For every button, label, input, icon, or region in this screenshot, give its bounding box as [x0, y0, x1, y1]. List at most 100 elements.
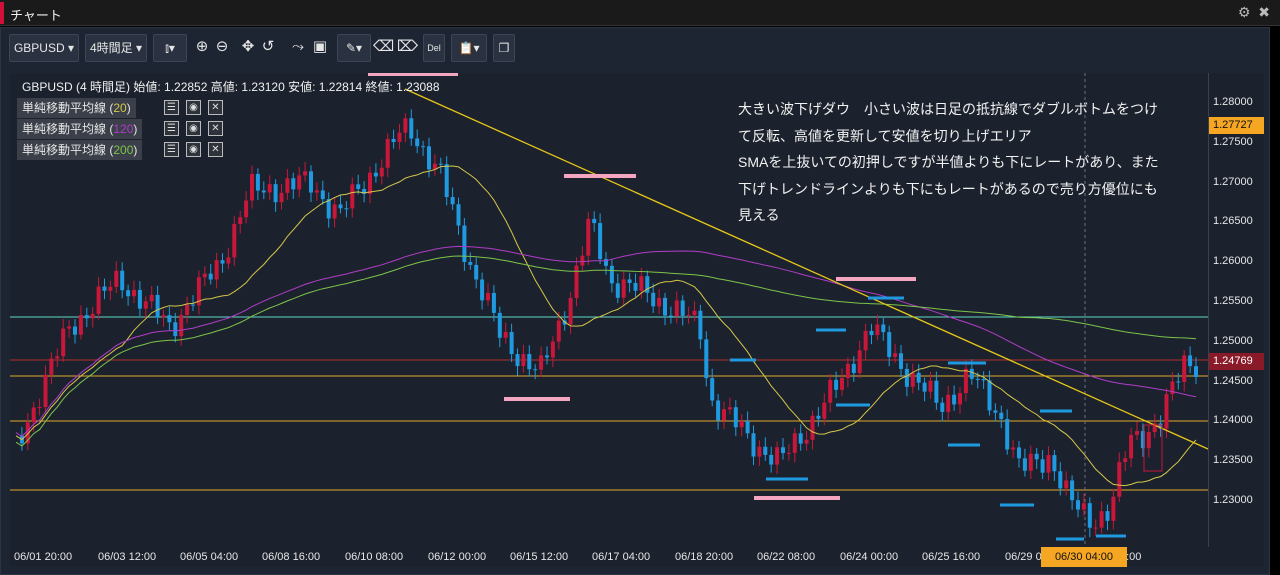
save-icon[interactable]: ▣ [311, 34, 329, 62]
delete-button[interactable]: Del [423, 34, 445, 62]
candle-body [1146, 432, 1151, 449]
candle-body [1011, 447, 1016, 450]
candle-body [1052, 455, 1057, 472]
draw-tool-select[interactable]: ✎▾ [337, 34, 371, 62]
candle-body [651, 292, 656, 307]
clipboard-select[interactable]: 📋▾ [451, 34, 487, 62]
candle-body [1017, 447, 1021, 459]
candle-body [1164, 394, 1169, 429]
symbol-select[interactable]: GBPUSD ▾ [9, 34, 79, 62]
candle-body [480, 279, 485, 301]
candle-body [550, 341, 555, 358]
erase-all-icon[interactable]: ⌦ [397, 34, 418, 62]
settings-icon[interactable]: ☰ [164, 142, 179, 157]
candle-body [556, 320, 561, 342]
reset-zoom-icon[interactable]: ↺ [259, 34, 277, 62]
settings-icon[interactable]: ☰ [164, 100, 179, 115]
candle-body [373, 172, 378, 177]
candle-body [438, 163, 443, 165]
candle-body [763, 446, 768, 455]
timeframe-select[interactable]: 4時間足 ▾ [85, 34, 147, 62]
chart-type-select[interactable]: ⫾▾ [153, 34, 187, 62]
candle-body [84, 315, 89, 319]
candle-body [179, 314, 184, 337]
note-line: SMAを上抜いての初押しですが半値よりも下にレートがあり、また [738, 154, 1159, 170]
candle-body [786, 452, 791, 454]
candle-body [845, 363, 850, 379]
candle-body [132, 289, 136, 297]
candle-body [1176, 381, 1181, 383]
eraser-icon[interactable]: ⌫ [373, 34, 394, 62]
candle-body [368, 172, 372, 194]
copy-icon[interactable]: ❐ [493, 34, 515, 62]
window-accent [0, 2, 4, 24]
candle-body [421, 146, 426, 148]
candle-body [497, 312, 502, 338]
eye-icon[interactable]: ◉ [186, 121, 201, 136]
candle-body [67, 326, 72, 329]
candle-body [427, 146, 431, 170]
candle-body [899, 353, 903, 369]
candle-body [627, 279, 632, 283]
candle-body [533, 369, 538, 371]
candle-body [214, 260, 219, 280]
chevron-down-icon: ▾ [68, 41, 75, 55]
crosshair-time-badge: 06/30 04:00 [1041, 547, 1127, 567]
candle-body [775, 447, 780, 465]
zoom-out-icon[interactable]: ⊖ [213, 34, 231, 62]
zoom-in-icon[interactable]: ⊕ [193, 34, 211, 62]
close-icon[interactable]: ✕ [208, 121, 223, 136]
candle-body [303, 171, 308, 176]
candle-body [869, 330, 874, 336]
candle-body [686, 315, 691, 317]
candle-body [185, 304, 190, 315]
indicator-period: 120 [113, 122, 134, 136]
candle-body [657, 297, 662, 307]
candle-body [232, 223, 237, 258]
candle-body [887, 332, 892, 357]
current-price-badge: 1.24769 [1209, 353, 1264, 370]
candle-body [810, 415, 815, 440]
candle-body [757, 446, 762, 457]
close-icon[interactable]: ✖ [1258, 4, 1270, 20]
candle-body [698, 310, 703, 340]
candle-body [527, 354, 532, 370]
candle-body [273, 184, 278, 203]
settings-icon[interactable]: ☰ [164, 121, 179, 136]
eye-icon[interactable]: ◉ [186, 142, 201, 157]
candle-body [255, 173, 260, 191]
candle-body [981, 379, 986, 381]
move-icon[interactable]: ✥ [239, 34, 257, 62]
candle-body [615, 283, 620, 298]
candle-body [267, 184, 272, 193]
candle-body [486, 292, 490, 301]
candle-body [226, 257, 231, 264]
candle-body [545, 355, 549, 358]
candle-body [126, 290, 131, 297]
close-icon[interactable]: ✕ [208, 100, 223, 115]
candle-body [663, 297, 667, 316]
candle-body [539, 355, 544, 370]
candle-body [332, 204, 337, 219]
candle-body [491, 292, 496, 313]
close-icon[interactable]: ✕ [208, 142, 223, 157]
candle-body [96, 286, 101, 314]
indicator-icon[interactable]: ⤳ [289, 34, 307, 62]
price-tick: 1.24000 [1213, 414, 1253, 427]
candle-body [191, 304, 195, 306]
candle-body [946, 394, 951, 412]
candle-body [356, 184, 361, 189]
candle-body [202, 273, 207, 278]
candle-body [834, 379, 839, 390]
candle-body [468, 262, 473, 265]
candle-body [120, 270, 125, 291]
gear-icon[interactable]: ⚙ [1238, 4, 1251, 20]
clipboard-icon: 📋 [458, 41, 474, 55]
eye-icon[interactable]: ◉ [186, 100, 201, 115]
price-tick: 1.23000 [1213, 494, 1253, 506]
candle-body [745, 421, 750, 434]
candle-body [173, 322, 178, 337]
candle-body [934, 380, 939, 403]
candle-body [108, 286, 113, 291]
candle-body [592, 218, 597, 224]
